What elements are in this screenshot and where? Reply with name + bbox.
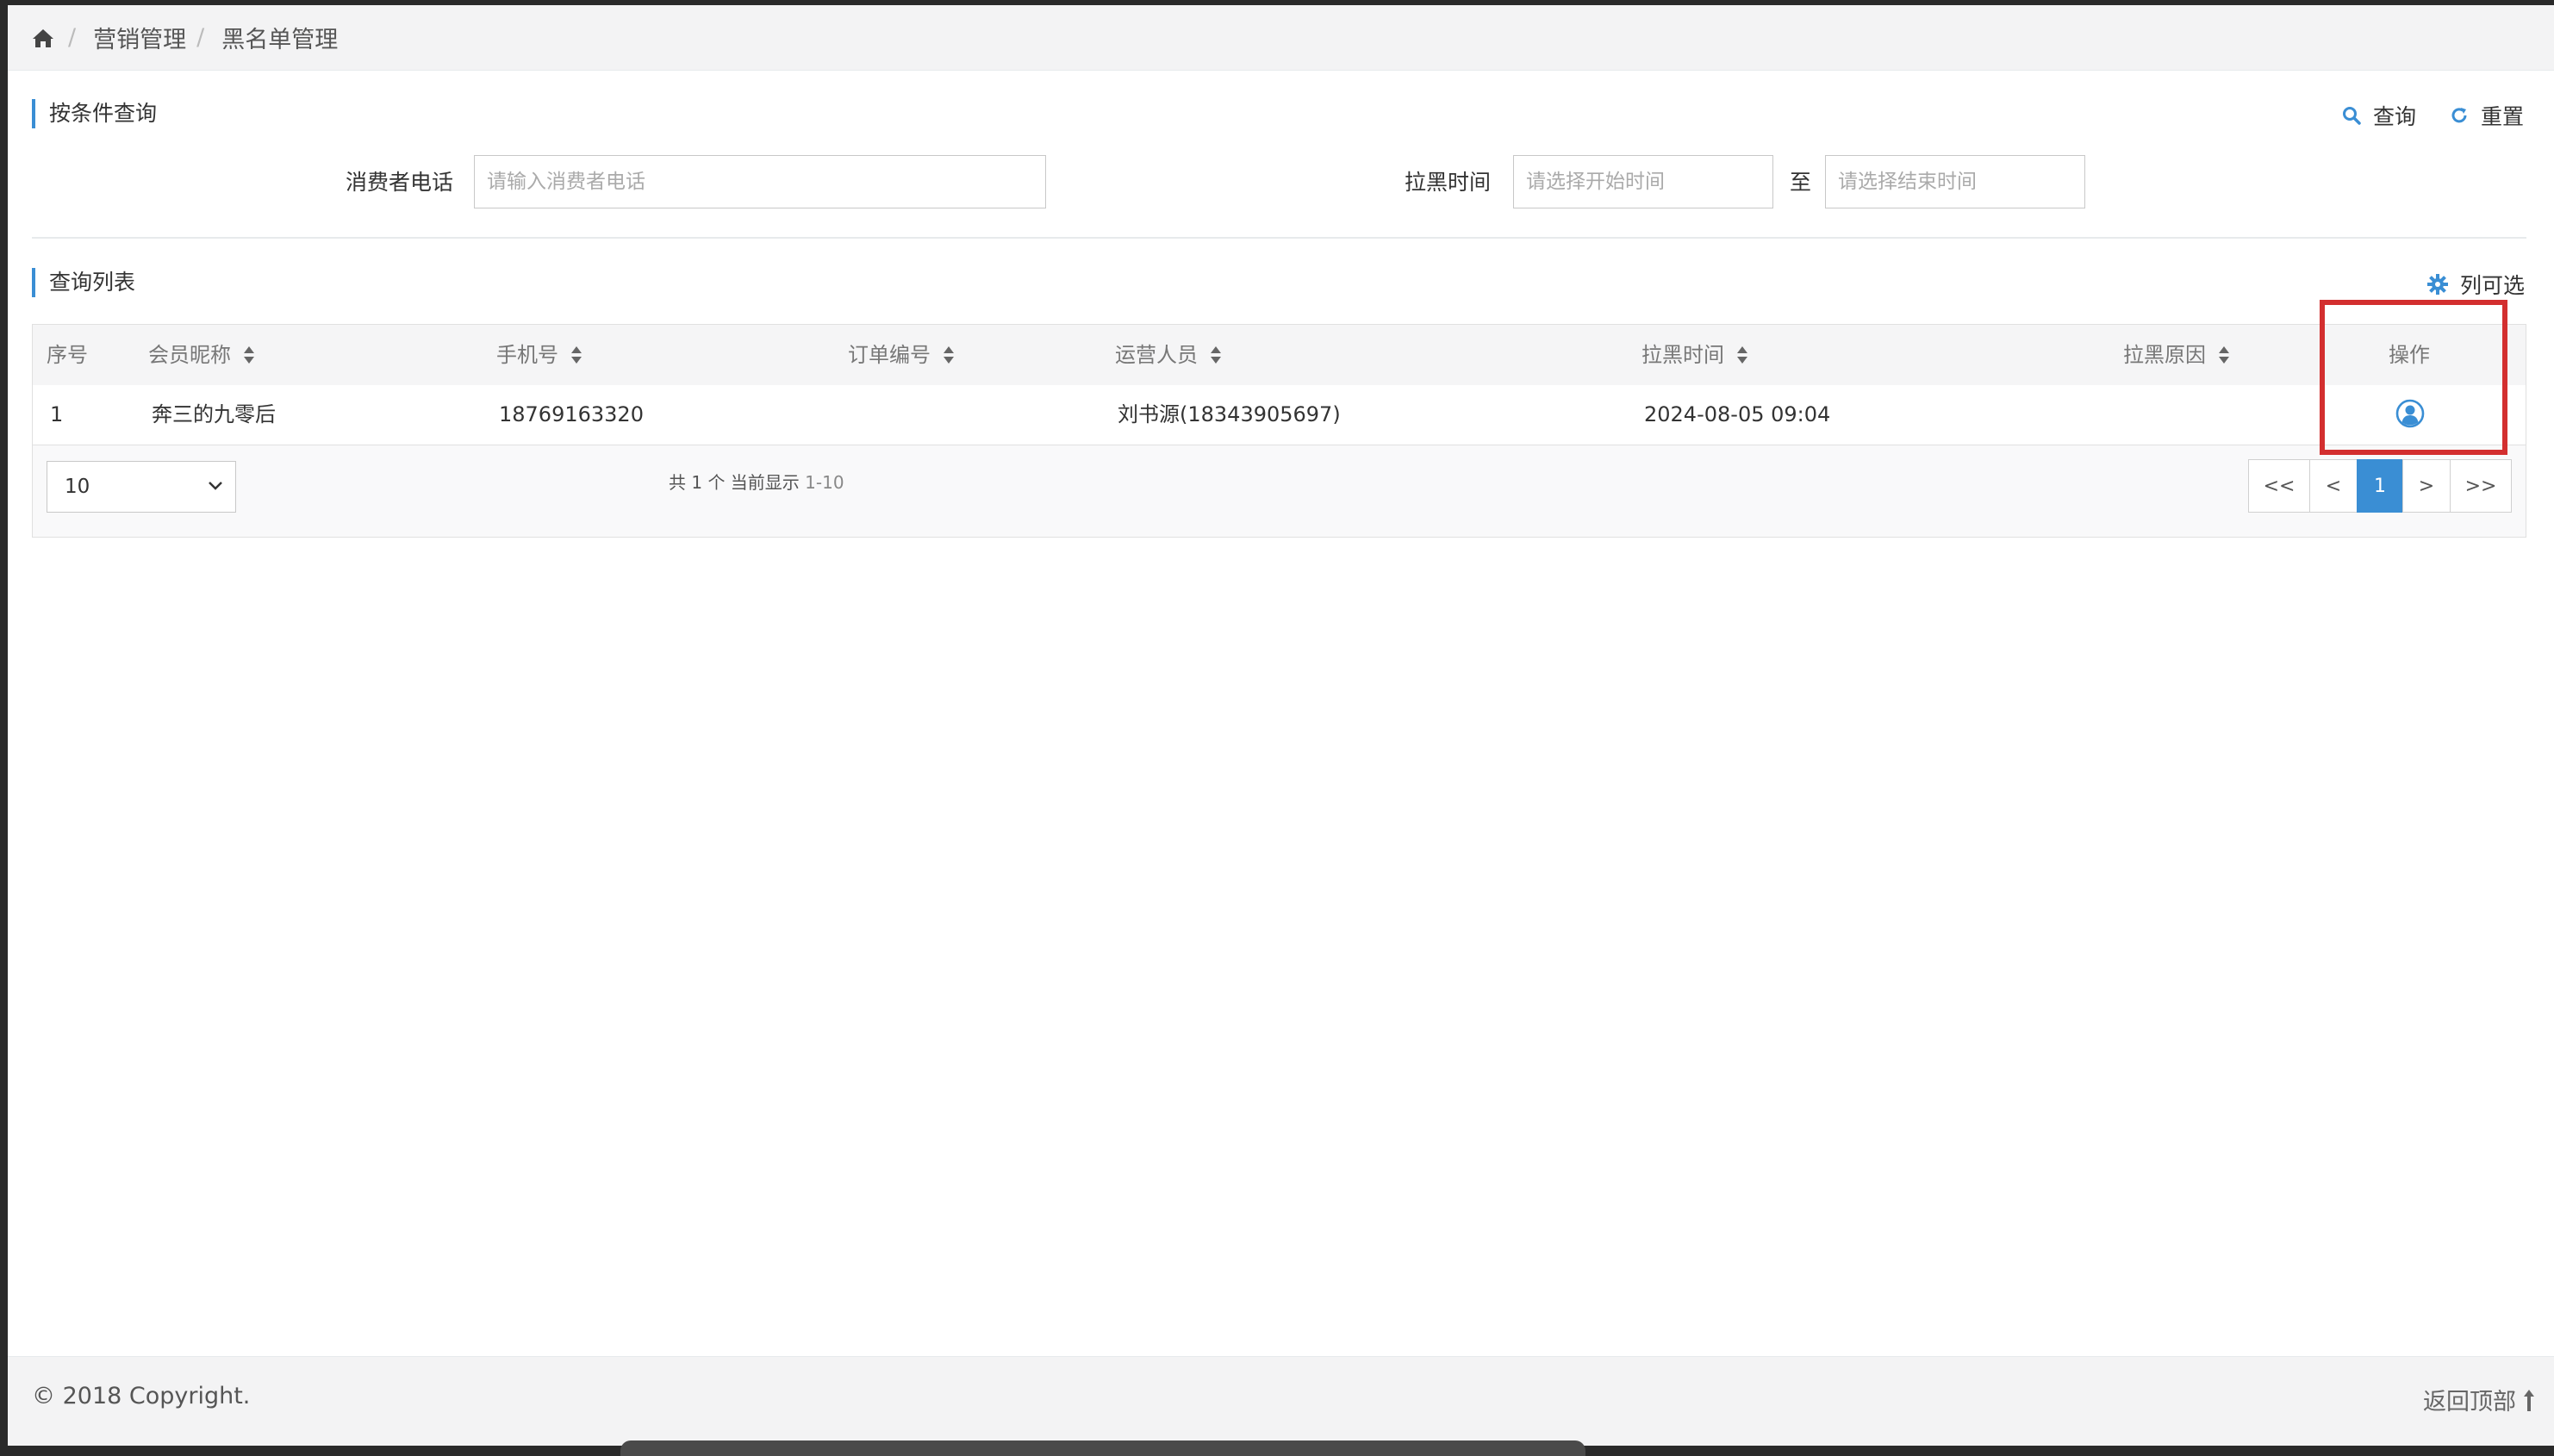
cell-blacklist-time: 2024-08-05 09:04	[1644, 402, 1831, 426]
search-section-title: 按条件查询	[32, 99, 157, 128]
sort-icon[interactable]	[1210, 345, 1222, 364]
table-footer: 10 共 1 个 当前显示 1-10 << < 1 > >>	[33, 445, 2526, 537]
query-button-label: 查询	[2373, 104, 2417, 129]
cell-action	[2395, 399, 2425, 430]
sort-icon[interactable]	[243, 345, 255, 364]
home-icon[interactable]	[32, 28, 54, 48]
blacklist-time-label: 拉黑时间	[1405, 170, 1492, 195]
start-time-input[interactable]	[1513, 155, 1773, 208]
table-row: 1 奔三的九零后 18769163320 刘书源(18343905697) 20…	[33, 385, 2526, 445]
column-header-operator[interactable]: 运营人员	[1115, 325, 1222, 385]
column-options-button[interactable]: 列可选	[2427, 269, 2525, 300]
blacklist-table: 序号 会员昵称 手机号 订单编号 运营人员 拉黑时间 拉黑原因 操作 1 奔三的…	[32, 324, 2526, 538]
breadcrumb-separator: /	[196, 24, 205, 51]
page-info-range: 1-10	[805, 472, 844, 493]
breadcrumb: / 营销管理 / 黑名单管理	[8, 5, 2554, 71]
column-header-label: 订单编号	[848, 343, 931, 367]
phone-label: 消费者电话	[346, 170, 454, 195]
user-icon[interactable]	[2395, 399, 2425, 428]
reset-button[interactable]: 重置	[2450, 100, 2524, 131]
gear-icon	[2427, 274, 2448, 295]
column-header-label: 操作	[2389, 343, 2430, 367]
back-to-top-label: 返回顶部	[2423, 1389, 2516, 1416]
prev-page-button[interactable]: <	[2309, 459, 2358, 513]
copyright-text: © 2018 Copyright.	[32, 1383, 251, 1409]
table-header: 序号 会员昵称 手机号 订单编号 运营人员 拉黑时间 拉黑原因 操作	[33, 325, 2526, 386]
cell-index: 1	[50, 402, 64, 426]
page-size-value: 10	[65, 476, 90, 498]
page-info-prefix: 共 1 个 当前显示	[669, 472, 800, 493]
sort-icon[interactable]	[570, 345, 582, 364]
page-info: 共 1 个 当前显示 1-10	[669, 470, 844, 495]
column-header-order-no[interactable]: 订单编号	[848, 325, 955, 385]
column-header-index: 序号	[47, 325, 88, 385]
page-button-current[interactable]: 1	[2357, 459, 2403, 513]
page: / 营销管理 / 黑名单管理 按条件查询 查询 重置 消费者电话 拉黑时间 至 …	[8, 5, 2554, 1446]
section-divider	[32, 237, 2526, 239]
column-header-phone[interactable]: 手机号	[496, 325, 582, 385]
first-page-button[interactable]: <<	[2248, 459, 2310, 513]
breadcrumb-separator: /	[68, 24, 77, 51]
refresh-icon	[2451, 108, 2467, 123]
column-header-label: 序号	[47, 343, 88, 367]
cell-operator: 刘书源(18343905697)	[1118, 402, 1341, 426]
breadcrumb-item-blacklist: 黑名单管理	[221, 27, 339, 53]
column-header-label: 拉黑时间	[1641, 343, 1724, 367]
column-header-nickname[interactable]: 会员昵称	[148, 325, 255, 385]
column-options-label: 列可选	[2460, 273, 2526, 298]
footer: © 2018 Copyright. 返回顶部	[8, 1356, 2554, 1446]
column-header-blacklist-time[interactable]: 拉黑时间	[1641, 325, 1748, 385]
list-section-title: 查询列表	[32, 268, 135, 297]
column-header-action: 操作	[2389, 325, 2430, 385]
column-header-label: 拉黑原因	[2123, 343, 2206, 367]
cell-nickname: 奔三的九零后	[152, 402, 276, 426]
to-label: 至	[1790, 170, 1812, 195]
cell-phone: 18769163320	[499, 402, 644, 426]
breadcrumb-item-marketing[interactable]: 营销管理	[93, 21, 186, 54]
query-button[interactable]: 查询	[2342, 100, 2416, 131]
chevron-down-icon	[209, 482, 222, 490]
sort-icon[interactable]	[1736, 345, 1748, 364]
search-icon	[2343, 107, 2361, 125]
end-time-input[interactable]	[1825, 155, 2085, 208]
page-size-select[interactable]: 10	[47, 461, 236, 513]
last-page-button[interactable]: >>	[2450, 459, 2512, 513]
reset-button-label: 重置	[2481, 104, 2525, 129]
arrow-up-icon	[2524, 1389, 2534, 1411]
back-to-top-link[interactable]: 返回顶部	[2423, 1383, 2535, 1416]
column-header-reason[interactable]: 拉黑原因	[2123, 325, 2230, 385]
pagination: << < 1 > >>	[2248, 459, 2512, 513]
sort-icon[interactable]	[943, 345, 955, 364]
phone-input[interactable]	[474, 155, 1046, 208]
taskbar-edge	[620, 1440, 1585, 1456]
sort-icon[interactable]	[2218, 345, 2230, 364]
column-header-label: 会员昵称	[148, 343, 231, 367]
column-header-label: 手机号	[496, 343, 558, 367]
column-header-label: 运营人员	[1115, 343, 1198, 367]
next-page-button[interactable]: >	[2402, 459, 2451, 513]
